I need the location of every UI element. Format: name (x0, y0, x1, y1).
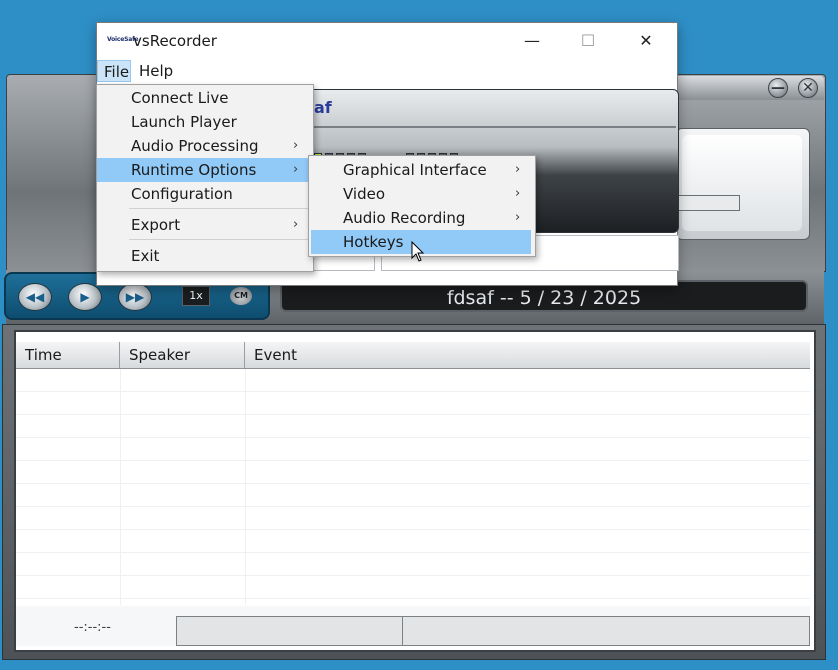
chevron-right-icon: › (515, 162, 521, 177)
rewind-button[interactable]: ◀◀ (18, 283, 52, 311)
cm-button[interactable]: CM (230, 287, 252, 305)
menu-bar: File Help (97, 59, 677, 83)
mouse-pointer-icon (411, 241, 425, 262)
chevron-right-icon: › (515, 186, 521, 201)
menu-item-configuration[interactable]: Configuration (97, 182, 311, 206)
menu-separator (129, 239, 309, 240)
skin-minimize-button[interactable]: — (768, 78, 788, 98)
menu-item-launch-player[interactable]: Launch Player (97, 110, 311, 134)
minimize-button[interactable]: — (503, 23, 561, 59)
menu-item-connect-live[interactable]: Connect Live (97, 86, 311, 110)
chevron-right-icon: › (293, 217, 299, 232)
close-button[interactable]: ✕ (617, 23, 675, 59)
playback-speed-badge[interactable]: 1x (182, 286, 210, 306)
menu-item-label: Export (131, 216, 181, 234)
chevron-right-icon: › (293, 138, 299, 153)
player-skin-titlebar: — ✕ (672, 76, 824, 100)
menu-item-graphical-interface[interactable]: Graphical Interface › (309, 158, 533, 182)
column-header-speaker[interactable]: Speaker (120, 342, 245, 368)
status-field-1 (176, 616, 404, 646)
window-title: vsRecorder (133, 32, 217, 50)
event-list-rows (16, 369, 810, 605)
player-progress-bar[interactable] (676, 195, 740, 211)
menu-item-exit[interactable]: Exit (97, 244, 311, 268)
player-side-display-screen (682, 135, 802, 231)
status-time: --:--:-- (74, 620, 111, 635)
menu-file[interactable]: File (97, 60, 131, 82)
menu-item-runtime-options[interactable]: Runtime Options › (97, 158, 311, 182)
play-button[interactable]: ▶ (68, 283, 102, 311)
event-list-header: Time Speaker Event (16, 342, 810, 369)
menu-separator (129, 208, 309, 209)
maximize-button[interactable]: ☐ (559, 23, 617, 59)
menu-item-audio-processing[interactable]: Audio Processing › (97, 134, 311, 158)
column-header-time[interactable]: Time (16, 342, 120, 368)
event-list[interactable]: Time Speaker Event --:--:-- (14, 330, 816, 652)
menu-item-label: Graphical Interface (343, 161, 487, 179)
menu-item-export[interactable]: Export › (97, 213, 311, 237)
status-field-2 (402, 616, 810, 646)
fast-forward-button[interactable]: ▶▶ (118, 283, 152, 311)
skin-close-button[interactable]: ✕ (798, 78, 818, 98)
menu-item-label: Video (343, 185, 386, 203)
menu-item-label: Audio Processing (131, 137, 259, 155)
column-header-event[interactable]: Event (245, 342, 810, 368)
menu-help[interactable]: Help (133, 60, 179, 82)
lcd-session-name: af (314, 98, 332, 117)
title-bar[interactable]: VoiceSafe vsRecorder — ☐ ✕ (97, 23, 677, 59)
menu-item-audio-recording[interactable]: Audio Recording › (309, 206, 533, 230)
event-status-bar: --:--:-- (16, 606, 810, 646)
file-menu: Connect Live Launch Player Audio Process… (96, 84, 314, 272)
menu-item-label: Runtime Options (131, 161, 257, 179)
menu-item-video[interactable]: Video › (309, 182, 533, 206)
chevron-right-icon: › (293, 162, 299, 177)
menu-item-label: Audio Recording (343, 209, 466, 227)
chevron-right-icon: › (515, 210, 521, 225)
app-logo: VoiceSafe (107, 36, 139, 43)
